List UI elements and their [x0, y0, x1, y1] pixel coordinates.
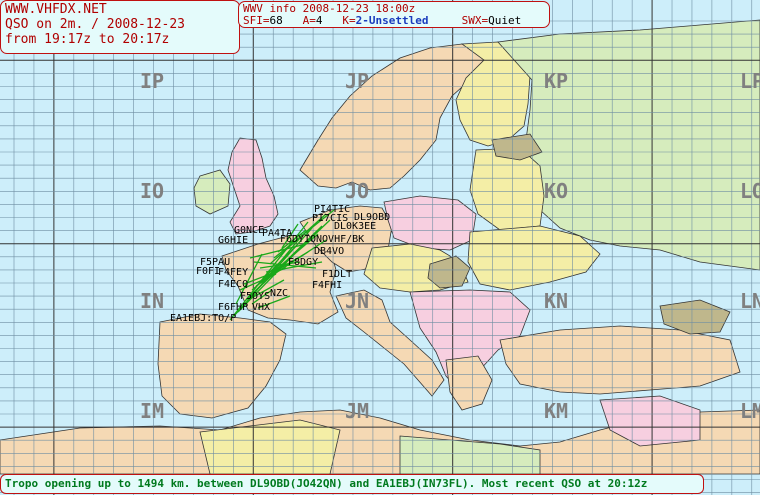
- grid-square-label: KN: [544, 289, 568, 313]
- title-panel: WWW.VHFDX.NET QSO on 2m. / 2008-12-23 fr…: [0, 0, 240, 54]
- grid-square-label: LP: [740, 69, 760, 93]
- station-callsign-label[interactable]: DB4VO: [314, 246, 344, 257]
- station-callsign-label[interactable]: VHX: [252, 302, 270, 313]
- station-callsign-label[interactable]: F4FEY: [218, 267, 248, 278]
- grid-square-label: JP: [345, 69, 369, 93]
- station-callsign-label[interactable]: F6DYI: [280, 234, 310, 245]
- station-callsign-label[interactable]: G6HIE: [218, 235, 248, 246]
- grid-square-label: KP: [544, 69, 568, 93]
- a-index-value: 4: [315, 14, 323, 27]
- swx-value: Quiet: [488, 14, 522, 27]
- station-callsign-label[interactable]: F5OYS: [240, 291, 270, 302]
- wwv-indices: SFI=68 A=4 K=2-Unsettled SWX=Quiet: [243, 15, 545, 27]
- station-callsign-label[interactable]: F4FHI: [312, 280, 342, 291]
- grid-square-label: KO: [544, 179, 568, 203]
- site-title[interactable]: WWW.VHFDX.NET: [5, 2, 235, 17]
- grid-square-label: JO: [345, 179, 369, 203]
- grid-square-label: IN: [140, 289, 164, 313]
- station-callsign-label[interactable]: F1DLT: [322, 269, 352, 280]
- grid-square-label: LO: [740, 179, 760, 203]
- land-turkey: [499, 325, 741, 395]
- station-callsign-label[interactable]: DL0K3EE: [334, 221, 376, 232]
- status-bar: Tropo opening up to 1494 km. between DL9…: [0, 474, 704, 494]
- qso-time-range: from 19:17z to 20:17z: [5, 32, 170, 47]
- grid-square-label: IO: [140, 179, 164, 203]
- grid-square-label: JM: [345, 399, 369, 423]
- station-callsign-label[interactable]: NZC: [270, 288, 288, 299]
- grid-square-label: LN: [740, 289, 760, 313]
- land-ireland: [193, 169, 231, 215]
- propagation-map: IP JP KP LPIO JO KO LOIN JN KN LNIM JM KM LM PI4TICP…: [0, 0, 760, 495]
- station-callsign-label[interactable]: F8DGY: [288, 257, 318, 268]
- qso-band-date: QSO on 2m. / 2008-12-23: [5, 17, 186, 32]
- sfi-label: SFI=: [243, 14, 270, 27]
- station-callsign-label[interactable]: F6FHP: [218, 302, 248, 313]
- grid-square-label: JN: [345, 289, 369, 313]
- k-index-value: 2-Unsettled: [355, 14, 429, 27]
- grid-square-label: LM: [740, 399, 760, 423]
- station-callsign-label[interactable]: EA1EBJ:TO/P: [170, 313, 236, 324]
- swx-label: SWX=: [461, 14, 489, 27]
- grid-square-label: KM: [544, 399, 568, 423]
- grid-square-label: IP: [140, 69, 164, 93]
- station-callsign-label[interactable]: F0FI: [196, 266, 220, 277]
- station-callsign-label[interactable]: ONOVHF/BK: [310, 234, 364, 245]
- station-callsign-label[interactable]: F4ECQ: [218, 279, 248, 290]
- grid-square-label: IM: [140, 399, 164, 423]
- sfi-value: 68: [269, 14, 283, 27]
- a-index-label: A=: [302, 14, 316, 27]
- k-index-label: K=: [342, 14, 356, 27]
- wwv-info-panel: WWV info 2008-12-23 18:00z SFI=68 A=4 K=…: [238, 1, 550, 28]
